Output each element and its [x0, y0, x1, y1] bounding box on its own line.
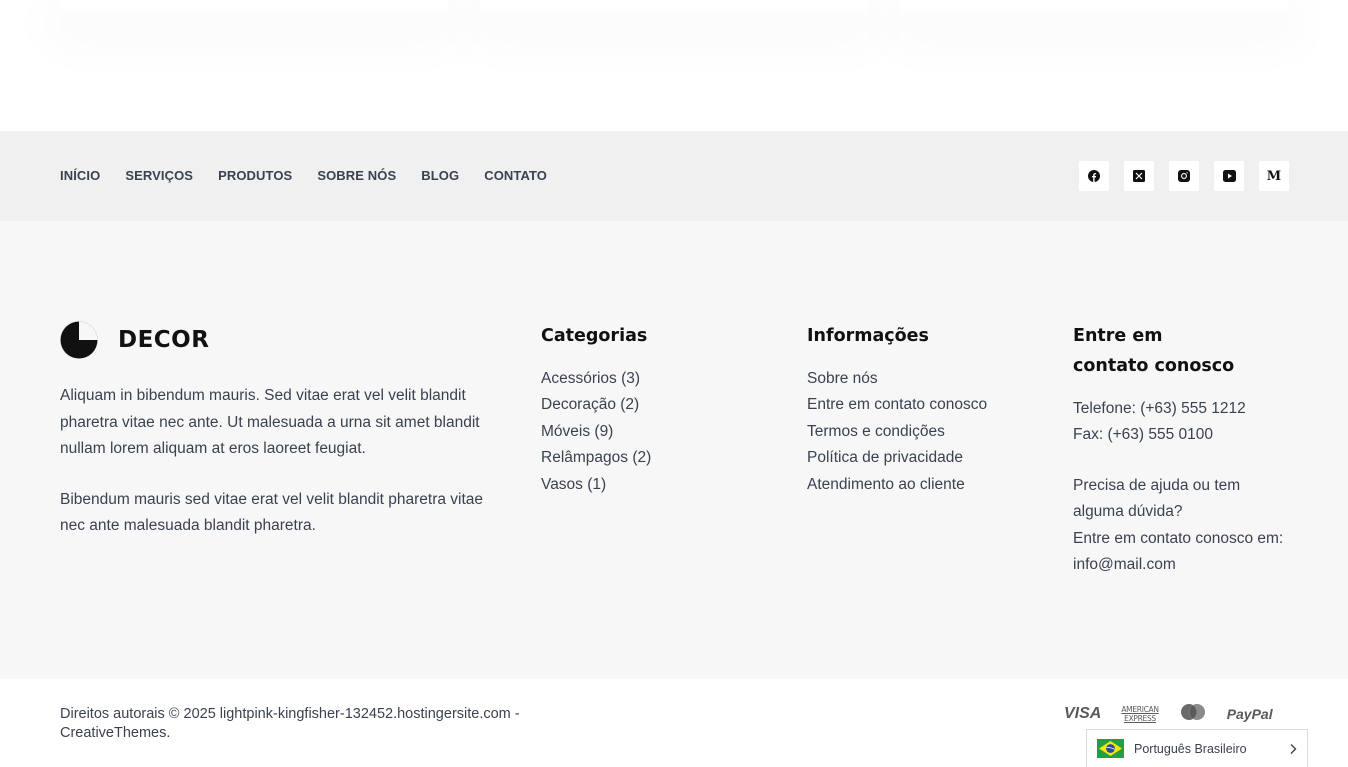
info-link[interactable]: Atendimento ao cliente	[807, 472, 987, 498]
category-link[interactable]: Decoração (2)	[541, 392, 651, 418]
brazil-flag-icon	[1097, 739, 1124, 758]
contact-heading: Entre em contato conosco	[1073, 326, 1235, 376]
instagram-icon[interactable]	[1169, 161, 1199, 191]
logo-mark-icon	[60, 321, 98, 359]
contact-email[interactable]: info@mail.com	[1073, 552, 1303, 578]
info-link[interactable]: Entre em contato conosco	[807, 392, 987, 418]
card-edge	[60, 0, 448, 11]
contact-help: Precisa de ajuda ou tem alguma dúvida?	[1073, 476, 1241, 521]
info-link[interactable]: Termos e condições	[807, 419, 987, 445]
category-link[interactable]: Acessórios (3)	[541, 366, 651, 392]
facebook-icon[interactable]	[1079, 161, 1109, 191]
footer-main: DECOR Aliquam in bibendum mauris. Sed vi…	[0, 221, 1348, 679]
info-column: Informações Sobre nós Entre em contato c…	[807, 321, 987, 498]
payment-methods: VISA AMERICAN EXPRESS PayPal	[1064, 703, 1273, 725]
medium-letter: M	[1266, 168, 1282, 184]
contact-column: Entre em contato conosco Telefone: (+63)…	[1073, 321, 1303, 578]
contact-phone: Telefone: (+63) 555 1212	[1073, 400, 1246, 417]
category-link[interactable]: Vasos (1)	[541, 472, 651, 498]
logo-text: DECOR	[118, 327, 210, 353]
mastercard-icon	[1180, 704, 1205, 720]
medium-icon[interactable]: M	[1259, 161, 1289, 191]
amex-top-text: AMERICAN	[1121, 705, 1159, 714]
about-paragraph-2: Bibendum mauris sed vitae erat vel velit…	[60, 490, 484, 535]
site-logo[interactable]: DECOR	[60, 321, 209, 359]
about-paragraph-1: Aliquam in bibendum mauris. Sed vitae er…	[60, 387, 480, 457]
nav-item-sobre-nos[interactable]: SOBRE NÓS	[317, 168, 396, 183]
paypal-icon: PayPal	[1226, 706, 1273, 722]
nav-item-inicio[interactable]: INÍCIO	[60, 168, 100, 183]
card-edge	[900, 0, 1288, 11]
social-links: M	[1079, 161, 1289, 191]
category-link[interactable]: Móveis (9)	[541, 419, 651, 445]
footer-menu: INÍCIO SERVIÇOS PRODUTOS SOBRE NÓS BLOG …	[60, 168, 572, 183]
nav-item-produtos[interactable]: PRODUTOS	[218, 168, 292, 183]
nav-item-blog[interactable]: BLOG	[421, 168, 459, 183]
contact-fax: Fax: (+63) 555 0100	[1073, 426, 1214, 444]
visa-icon: VISA	[1064, 705, 1102, 722]
amex-icon: AMERICAN EXPRESS	[1121, 705, 1159, 723]
category-link[interactable]: Relâmpagos (2)	[541, 445, 651, 471]
info-link[interactable]: Política de privacidade	[807, 445, 987, 471]
categories-heading: Categorias	[541, 326, 648, 346]
youtube-icon[interactable]	[1214, 161, 1244, 191]
about-text: Aliquam in bibendum mauris. Sed vitae er…	[60, 383, 500, 564]
info-heading: Informações	[807, 326, 929, 346]
nav-item-contato[interactable]: CONTATO	[484, 168, 547, 183]
amex-bottom-text: EXPRESS	[1124, 714, 1156, 723]
nav-item-servicos[interactable]: SERVIÇOS	[125, 168, 193, 183]
contact-reach: Entre em contato conosco em:	[1073, 529, 1284, 547]
copyright-text: Direitos autorais © 2025 lightpink-kingf…	[60, 706, 520, 741]
categories-column: Categorias Acessórios (3) Decoração (2) …	[541, 321, 651, 498]
card-edge	[480, 0, 868, 11]
x-twitter-icon[interactable]	[1124, 161, 1154, 191]
footer-bottom-bar: Direitos autorais © 2025 lightpink-kingf…	[0, 679, 1348, 767]
footer-navbar: INÍCIO SERVIÇOS PRODUTOS SOBRE NÓS BLOG …	[0, 131, 1348, 221]
info-link[interactable]: Sobre nós	[807, 366, 987, 392]
language-switcher[interactable]: Português Brasileiro	[1086, 729, 1308, 767]
language-label: Português Brasileiro	[1134, 741, 1247, 756]
product-cards-bottom-edge	[0, 0, 1348, 131]
chevron-right-icon	[1290, 743, 1297, 754]
